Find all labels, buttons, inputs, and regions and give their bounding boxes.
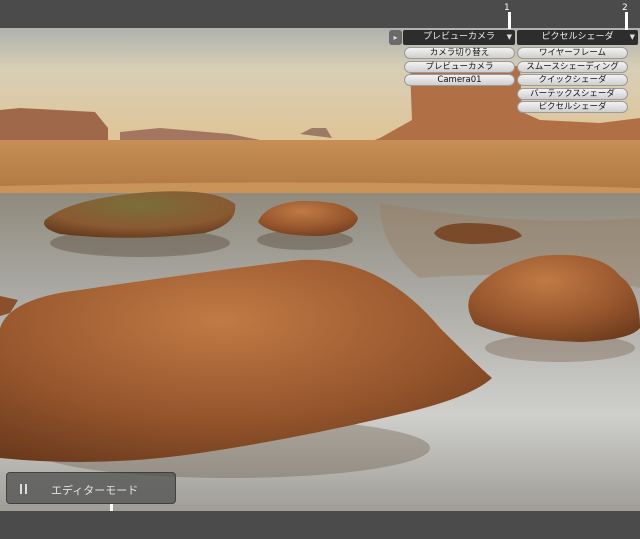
- camera-menu-item-switch[interactable]: カメラ切り替え: [404, 47, 515, 59]
- camera-menu-item-camera01[interactable]: Camera01: [404, 74, 515, 86]
- shader-dropdown[interactable]: ピクセルシェーダ ▼: [517, 30, 638, 45]
- shader-menu-item-quick[interactable]: クイックシェーダ: [517, 74, 628, 86]
- pause-icon: [20, 484, 27, 494]
- collapse-toolbar-button[interactable]: ▸: [389, 30, 402, 45]
- top-bar: [0, 0, 640, 28]
- shader-menu-item-pixel[interactable]: ピクセルシェーダ: [517, 101, 628, 113]
- shader-menu-item-vertex[interactable]: バーテックスシェーダ: [517, 88, 628, 100]
- chevron-down-icon: ▼: [506, 33, 512, 41]
- bottom-bar: [0, 511, 640, 539]
- camera-dropdown[interactable]: プレビューカメラ ▼: [403, 30, 515, 45]
- editor-mode-button[interactable]: エディターモード: [6, 472, 176, 504]
- chevron-right-icon: ▸: [393, 33, 398, 42]
- shader-menu-item-smooth[interactable]: スムースシェーディング: [517, 61, 628, 73]
- callout-number-2: 2: [622, 3, 628, 13]
- callout-number-1: 1: [504, 3, 510, 13]
- shader-menu-item-wireframe[interactable]: ワイヤーフレーム: [517, 47, 628, 59]
- camera-menu-item-preview[interactable]: プレビューカメラ: [404, 61, 515, 73]
- chevron-down-icon: ▼: [629, 33, 635, 41]
- camera-dropdown-label: プレビューカメラ: [422, 32, 495, 42]
- editor-mode-label: エディターモード: [51, 484, 139, 497]
- callout-line-1: [508, 12, 511, 29]
- shader-dropdown-label: ピクセルシェーダ: [541, 32, 614, 42]
- viewport-toolbar: ▸ プレビューカメラ ▼ ピクセルシェーダ ▼: [389, 30, 639, 45]
